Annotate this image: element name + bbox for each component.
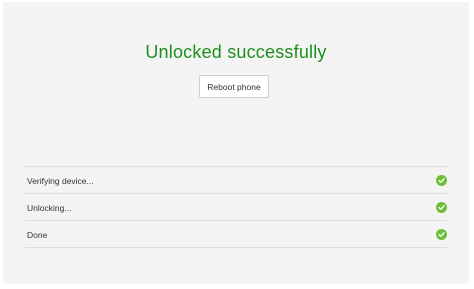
unlock-window: Unlocked successfully Reboot phone Verif… bbox=[3, 2, 469, 284]
step-row-done: Done bbox=[25, 221, 447, 248]
reboot-phone-button[interactable]: Reboot phone bbox=[199, 75, 269, 98]
step-row-unlocking: Unlocking... bbox=[25, 194, 447, 221]
check-circle-icon bbox=[436, 229, 447, 240]
step-row-verifying: Verifying device... bbox=[25, 167, 447, 194]
check-circle-icon bbox=[436, 175, 447, 186]
status-title: Unlocked successfully bbox=[145, 42, 327, 62]
step-label: Done bbox=[27, 230, 48, 240]
check-circle-icon bbox=[436, 202, 447, 213]
steps-list: Verifying device... Unlocking... Done bbox=[25, 166, 447, 248]
step-label: Unlocking... bbox=[27, 203, 72, 213]
step-label: Verifying device... bbox=[27, 176, 94, 186]
